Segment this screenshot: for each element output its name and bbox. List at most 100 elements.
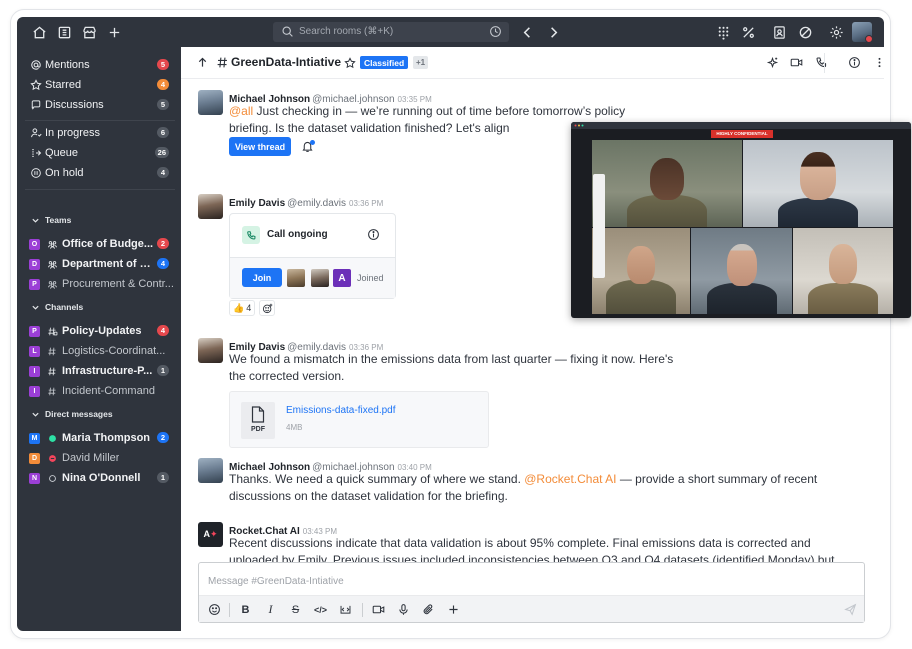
video-message-icon[interactable] <box>371 602 386 617</box>
create-new-icon[interactable] <box>106 24 122 40</box>
favorite-star-icon[interactable] <box>344 56 357 69</box>
more-tags-badge[interactable]: +1 <box>413 56 429 69</box>
join-call-button[interactable]: Join <box>242 268 282 287</box>
call-info-icon[interactable] <box>367 228 380 241</box>
queue-icon <box>29 147 42 160</box>
team-icon <box>46 238 58 250</box>
avatar[interactable] <box>198 194 223 219</box>
video-call-icon[interactable] <box>790 56 804 70</box>
direct-messages-section-header[interactable]: Direct messages <box>17 406 181 422</box>
thread-notification-bell-icon[interactable] <box>301 140 315 154</box>
back-arrow-icon[interactable] <box>519 24 535 40</box>
sidebar-item-label: Incident-Command <box>62 385 155 397</box>
settings-gear-icon[interactable] <box>828 24 844 40</box>
microphone-icon[interactable] <box>396 602 411 617</box>
video-tile[interactable] <box>691 228 792 314</box>
channels-section-header[interactable]: Channels <box>17 299 181 315</box>
author-name[interactable]: Emily Davis <box>229 198 285 209</box>
app-window: Search rooms (⌘+K) Mentions 5 Starred 4 … <box>17 17 884 631</box>
sidebar-item-channel-policy-updates[interactable]: P Policy-Updates 4 <box>17 322 181 340</box>
sidebar-item-label: Starred <box>45 79 82 91</box>
forward-arrow-icon[interactable] <box>545 24 561 40</box>
chevron-down-icon <box>31 216 40 225</box>
sidebar-item-dm-david-miller[interactable]: D David Miller <box>17 449 181 467</box>
attachment-clip-icon[interactable] <box>421 602 436 617</box>
mention-all[interactable]: @all <box>229 104 253 118</box>
sidebar-item-dm-maria-thompson[interactable]: M Maria Thompson 2 <box>17 429 181 447</box>
italic-icon[interactable]: I <box>263 602 278 617</box>
sidebar-item-team-department-of-e[interactable]: D Department of E... 4 <box>17 255 181 273</box>
video-tile[interactable] <box>592 140 742 227</box>
send-icon[interactable] <box>843 602 858 617</box>
back-arrow-icon[interactable] <box>196 56 210 70</box>
unread-badge: 2 <box>157 238 169 249</box>
message-item: Emily Davis @emily.davis 03:36 PM We found… <box>181 337 884 452</box>
search-input[interactable]: Search rooms (⌘+K) <box>273 22 509 42</box>
reaction-thumbs-up[interactable]: 👍 4 <box>229 300 255 316</box>
history-icon[interactable] <box>489 25 503 39</box>
kebab-menu-icon[interactable] <box>873 56 884 70</box>
view-thread-button[interactable]: View thread <box>229 137 291 156</box>
mention-rocket-chat-ai[interactable]: @Rocket.Chat AI <box>524 472 616 486</box>
sidebar-item-channel-incident-command[interactable]: I Incident-Command <box>17 382 181 400</box>
user-progress-icon <box>29 127 42 140</box>
avatar[interactable] <box>198 458 223 483</box>
status-disabled-icon[interactable] <box>797 24 813 40</box>
sidebar-item-label: On hold <box>45 167 84 179</box>
percent-icon[interactable] <box>740 24 756 40</box>
user-avatar: D <box>29 452 40 464</box>
room-info-icon[interactable] <box>848 56 862 70</box>
at-sign-icon <box>29 59 42 72</box>
sidebar-item-team-office-of-budget[interactable]: O Office of Budge... 2 <box>17 235 181 253</box>
code-block-icon[interactable] <box>338 602 353 617</box>
home-icon[interactable] <box>31 24 47 40</box>
sidebar-item-dm-nina-odonnell[interactable]: N Nina O'Donnell 1 <box>17 469 181 487</box>
more-actions-plus-icon[interactable] <box>446 602 461 617</box>
sidebar-item-discussions[interactable]: Discussions 5 <box>17 96 181 114</box>
video-window-titlebar <box>571 122 911 129</box>
video-tile[interactable] <box>592 228 690 314</box>
video-conference-window[interactable]: HIGHLY CONFIDENTIAL <box>571 122 911 318</box>
directory-icon[interactable] <box>56 24 72 40</box>
file-attachment[interactable]: PDF Emissions-data-fixed.pdf 4MB <box>229 391 489 448</box>
team-icon <box>46 258 58 270</box>
sidebar-item-label: Department of E... <box>62 258 154 270</box>
sidebar-item-channel-infrastructure[interactable]: I Infrastructure-P... 1 <box>17 362 181 380</box>
sidebar-item-on-hold[interactable]: On hold 4 <box>17 164 181 182</box>
rocket-chat-ai-avatar[interactable]: A✦ <box>198 522 223 547</box>
avatar[interactable] <box>198 338 223 363</box>
avatar[interactable] <box>198 90 223 115</box>
room-avatar: L <box>29 345 40 357</box>
sidebar-item-label: Procurement & Contr... <box>62 278 174 290</box>
dialpad-icon[interactable] <box>715 24 731 40</box>
unread-badge: 4 <box>157 325 169 336</box>
classified-tag[interactable]: Classified <box>360 56 409 69</box>
unread-badge: 6 <box>157 127 169 138</box>
sidebar-item-mentions[interactable]: Mentions 5 <box>17 56 181 74</box>
video-side-toolbar[interactable] <box>593 174 605 278</box>
team-icon <box>46 278 58 290</box>
video-tile[interactable] <box>743 140 893 227</box>
private-channel-icon <box>46 365 58 377</box>
video-tile[interactable] <box>793 228 893 314</box>
toolbar-divider <box>824 53 825 73</box>
sidebar-item-team-procurement[interactable]: P Procurement & Contr... <box>17 275 181 293</box>
teams-section-header[interactable]: Teams <box>17 212 181 228</box>
add-reaction-icon[interactable] <box>259 300 275 316</box>
file-name-link[interactable]: Emissions-data-fixed.pdf <box>286 405 396 416</box>
bold-icon[interactable]: B <box>238 602 253 617</box>
user-avatar[interactable] <box>852 22 872 42</box>
sidebar-item-in-progress[interactable]: In progress 6 <box>17 124 181 142</box>
code-icon[interactable]: </> <box>313 602 328 617</box>
ai-sparkles-icon[interactable] <box>766 56 780 70</box>
emoji-icon[interactable] <box>207 602 222 617</box>
sidebar-item-starred[interactable]: Starred 4 <box>17 76 181 94</box>
private-channel-icon <box>46 345 58 357</box>
sidebar-item-channel-logistics[interactable]: L Logistics-Coordinat... <box>17 342 181 360</box>
message-composer[interactable]: Message #GreenData-Intiative B I S </> <box>198 562 865 623</box>
strikethrough-icon[interactable]: S <box>288 602 303 617</box>
contact-book-icon[interactable] <box>771 24 787 40</box>
sidebar-item-queue[interactable]: Queue 26 <box>17 144 181 162</box>
marketplace-icon[interactable] <box>81 24 97 40</box>
phone-call-icon[interactable] <box>815 56 829 70</box>
